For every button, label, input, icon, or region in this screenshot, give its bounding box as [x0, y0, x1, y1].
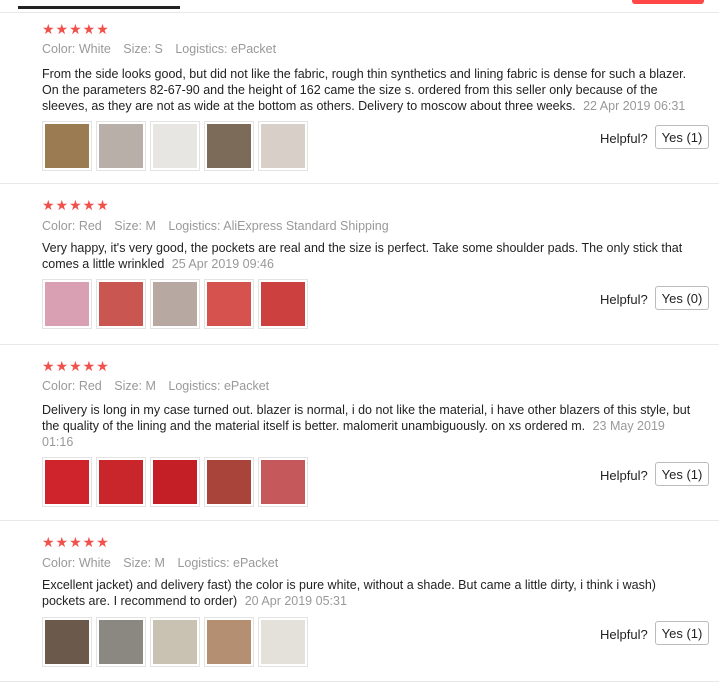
helpful-label: Helpful?	[600, 468, 648, 483]
review-photo-thumbnail[interactable]	[96, 121, 146, 171]
review-photo-thumbnail[interactable]	[204, 457, 254, 507]
review-photo-thumbnail[interactable]	[204, 617, 254, 667]
review-photo-thumbnail[interactable]	[96, 279, 146, 329]
review-text: Delivery is long in my case turned out. …	[42, 402, 692, 450]
helpful-yes-button[interactable]: Yes (1)	[655, 621, 709, 645]
review-photo-thumbnail[interactable]	[204, 121, 254, 171]
review-photo-thumbnail[interactable]	[42, 457, 92, 507]
review-photo-thumbnail[interactable]	[150, 457, 200, 507]
review-logistics: Logistics: ePacket	[177, 556, 279, 570]
review-logistics: Logistics: AliExpress Standard Shipping	[168, 219, 389, 233]
review-photos	[42, 121, 308, 171]
review-size: Size: M	[123, 556, 165, 570]
review-meta: Color: White Size: S Logistics: ePacket	[42, 42, 285, 56]
star-rating: ★★★★★	[42, 534, 110, 550]
review-size: Size: M	[114, 219, 156, 233]
review-photo-thumbnail[interactable]	[150, 279, 200, 329]
review-meta: Color: White Size: M Logistics: ePacket	[42, 556, 287, 570]
review-color: Color: White	[42, 42, 111, 56]
review-photos	[42, 457, 308, 507]
helpful-label: Helpful?	[600, 131, 648, 146]
review-logistics: Logistics: ePacket	[168, 379, 270, 393]
review-photo-thumbnail[interactable]	[42, 279, 92, 329]
review-meta: Color: Red Size: M Logistics: ePacket	[42, 379, 278, 393]
top-action-button[interactable]	[632, 0, 704, 4]
star-rating: ★★★★★	[42, 21, 110, 37]
review-photo-thumbnail[interactable]	[258, 279, 308, 329]
review-body: Very happy, it's very good, the pockets …	[42, 241, 683, 271]
review-date: 22 Apr 2019 06:31	[583, 99, 686, 113]
helpful-yes-button[interactable]: Yes (0)	[655, 286, 709, 310]
active-tab-indicator	[18, 6, 180, 9]
star-rating: ★★★★★	[42, 358, 110, 374]
review-item: ★★★★★ Color: White Size: M Logistics: eP…	[0, 521, 719, 682]
helpful-yes-button[interactable]: Yes (1)	[655, 462, 709, 486]
review-text: From the side looks good, but did not li…	[42, 66, 692, 114]
review-photo-thumbnail[interactable]	[96, 617, 146, 667]
review-body: Excellent jacket) and delivery fast) the…	[42, 578, 656, 608]
review-photo-thumbnail[interactable]	[204, 279, 254, 329]
review-color: Color: Red	[42, 219, 102, 233]
review-photo-thumbnail[interactable]	[42, 121, 92, 171]
review-photo-thumbnail[interactable]	[258, 121, 308, 171]
review-date: 25 Apr 2019 09:46	[171, 257, 274, 271]
review-photo-thumbnail[interactable]	[258, 617, 308, 667]
review-size: Size: M	[114, 379, 156, 393]
review-item: ★★★★★ Color: Red Size: M Logistics: ePac…	[0, 345, 719, 521]
review-photo-thumbnail[interactable]	[150, 617, 200, 667]
review-logistics: Logistics: ePacket	[175, 42, 277, 56]
helpful-yes-button[interactable]: Yes (1)	[655, 125, 709, 149]
review-color: Color: White	[42, 556, 111, 570]
review-photo-thumbnail[interactable]	[42, 617, 92, 667]
star-rating: ★★★★★	[42, 197, 110, 213]
review-color: Color: Red	[42, 379, 102, 393]
review-photos	[42, 617, 308, 667]
review-photo-thumbnail[interactable]	[150, 121, 200, 171]
review-meta: Color: Red Size: M Logistics: AliExpress…	[42, 219, 398, 233]
review-item: ★★★★★ Color: Red Size: M Logistics: AliE…	[0, 184, 719, 345]
helpful-label: Helpful?	[600, 627, 648, 642]
review-photo-thumbnail[interactable]	[258, 457, 308, 507]
review-item: ★★★★★ Color: White Size: S Logistics: eP…	[0, 12, 719, 184]
review-size: Size: S	[123, 42, 163, 56]
review-photo-thumbnail[interactable]	[96, 457, 146, 507]
helpful-label: Helpful?	[600, 292, 648, 307]
review-text: Very happy, it's very good, the pockets …	[42, 240, 692, 272]
review-photos	[42, 279, 308, 329]
review-date: 20 Apr 2019 05:31	[244, 594, 347, 608]
review-text: Excellent jacket) and delivery fast) the…	[42, 577, 692, 609]
